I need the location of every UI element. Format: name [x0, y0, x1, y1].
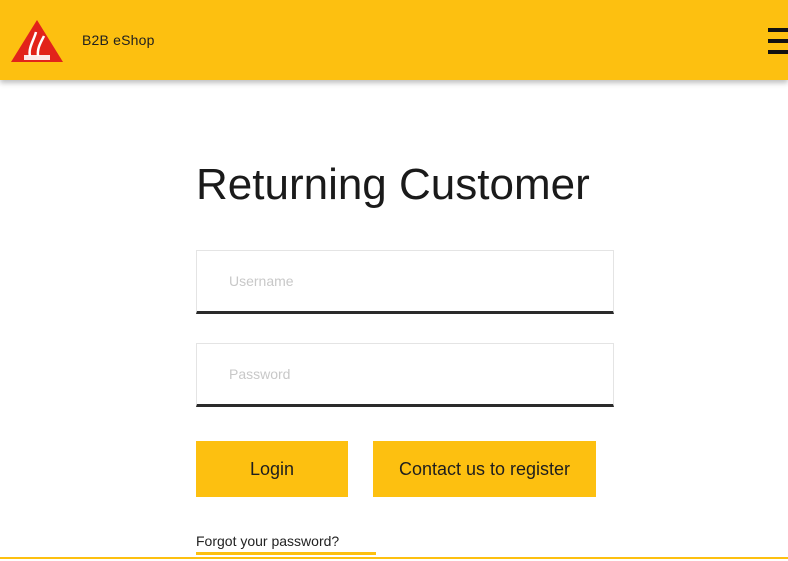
bottom-divider: [0, 557, 788, 559]
login-button[interactable]: Login: [196, 441, 348, 497]
sika-logo-icon[interactable]: [10, 18, 64, 63]
page-title: Returning Customer: [196, 160, 590, 209]
forgot-password-link[interactable]: Forgot your password?: [196, 533, 339, 549]
forgot-link-underline: [196, 552, 376, 555]
password-field-container: [196, 343, 614, 407]
brand-name: B2B eShop: [82, 32, 155, 48]
password-input[interactable]: [197, 344, 613, 404]
hamburger-menu-icon[interactable]: [768, 28, 788, 54]
contact-register-button[interactable]: Contact us to register: [373, 441, 596, 497]
username-field-container: [196, 250, 614, 314]
username-input[interactable]: [197, 251, 613, 311]
top-header-bar: B2B eShop: [0, 0, 788, 80]
